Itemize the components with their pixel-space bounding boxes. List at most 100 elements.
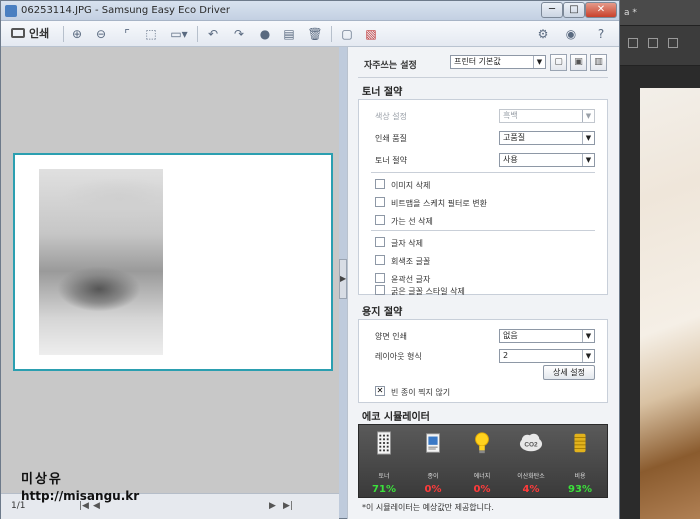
watermark-url: http://misangu.kr <box>21 489 140 503</box>
delete-icon[interactable]: 🗑 <box>307 26 323 42</box>
undo-icon[interactable]: ↶ <box>205 26 221 42</box>
background-tool-icon[interactable] <box>648 38 658 48</box>
chevron-down-icon: ▼ <box>582 330 594 342</box>
eco-value-energy: 0% <box>473 484 491 495</box>
toner-saving-header: 토너 절약 <box>362 87 403 98</box>
toolbar-divider <box>331 26 332 42</box>
toner-divider <box>371 172 595 173</box>
background-tab-label[interactable]: a * <box>624 8 637 18</box>
layout-value: 2 <box>503 351 509 360</box>
eco-item-paper: 종이 0% <box>410 429 456 497</box>
panel-collapse-handle[interactable]: ▶ <box>339 259 347 299</box>
chevron-down-icon: ▼ <box>582 132 594 144</box>
chevron-down-icon: ▼ <box>533 56 545 68</box>
color-setting-label: 색상 설정 <box>375 112 407 121</box>
duplex-label: 양면 인쇄 <box>375 332 407 341</box>
print-quality-label: 인쇄 품질 <box>375 134 407 143</box>
maximize-button[interactable]: □ <box>563 2 585 18</box>
delete-image-checkbox[interactable] <box>375 179 385 189</box>
eco-simulator-box: 토너 71% 종이 0% 에너지 0% CO2 이산화탄소 4% 비용 93% <box>358 424 608 498</box>
favorites-label: 자주쓰는 설정 <box>364 61 417 71</box>
redo-icon[interactable]: ↷ <box>231 26 247 42</box>
save-setting-icon[interactable]: ▣ <box>570 54 587 71</box>
favorites-select[interactable]: 프린터 기본값 ▼ <box>450 55 546 69</box>
skip-blank-checkbox[interactable]: ✕ <box>375 386 385 396</box>
eco-label-co2: 이산화탄소 <box>517 473 545 480</box>
preview-page[interactable] <box>13 153 333 371</box>
sketch-filter-label: 비트맵을 스케치 필터로 변환 <box>391 199 487 208</box>
eco-icon[interactable]: ◉ <box>563 26 579 42</box>
background-tab-bar: a * <box>620 0 700 26</box>
eco-simulator-header: 에코 시뮬레이터 <box>362 412 430 423</box>
actual-size-icon[interactable]: ⬚ <box>143 26 159 42</box>
duplex-select[interactable]: 없음 ▼ <box>499 329 595 343</box>
minimize-button[interactable]: ─ <box>541 2 563 18</box>
sketch-filter-checkbox[interactable] <box>375 197 385 207</box>
detail-settings-button[interactable]: 상세 설정 <box>543 365 595 380</box>
energy-bulb-icon <box>475 432 489 454</box>
eco-simulator-note: *이 시뮬레이터는 예상값만 제공합니다. <box>362 503 494 512</box>
favorites-divider <box>358 77 608 78</box>
eco-value-toner: 71% <box>372 484 396 495</box>
layout-label: 레이아웃 형식 <box>375 352 422 361</box>
last-page-button[interactable]: ▶| <box>283 501 293 511</box>
eco-value-cost: 93% <box>568 484 592 495</box>
eco-item-co2: CO2 이산화탄소 4% <box>508 429 554 497</box>
print-label: 인쇄 <box>29 27 50 40</box>
new-setting-icon[interactable]: ▢ <box>550 54 567 71</box>
paper-saving-box: 양면 인쇄 없음 ▼ 레이아웃 형식 2 ▼ 상세 설정 ✕ 빈 종이 찍지 않… <box>358 319 608 403</box>
delete-image-label: 이미지 삭제 <box>391 181 431 190</box>
preview-photo <box>39 169 163 355</box>
app-icon <box>5 5 17 17</box>
background-photoshop-window: a * <box>620 0 700 519</box>
close-button[interactable]: ✕ <box>585 2 617 18</box>
zoom-out-icon[interactable]: ⊖ <box>93 26 109 42</box>
eco-label-energy: 에너지 <box>473 473 491 480</box>
outline-text-label: 윤곽선 글자 <box>391 275 431 284</box>
toner-saving-value: 사용 <box>503 155 518 164</box>
toner-saving-select[interactable]: 사용 ▼ <box>499 153 595 167</box>
watermark-name: 미상유 <box>21 472 63 487</box>
delete-thin-lines-checkbox[interactable] <box>375 215 385 225</box>
delete-bold-style-checkbox[interactable] <box>375 285 385 295</box>
toolbar-divider <box>197 26 198 42</box>
coins-icon <box>574 433 586 453</box>
background-tool-icon[interactable] <box>668 38 678 48</box>
title-bar[interactable]: 06253114.JPG - Samsung Easy Eco Driver ─… <box>1 1 619 21</box>
view-mode-dropdown-icon[interactable]: ▭▾ <box>167 26 191 42</box>
eco-label-paper: 종이 <box>427 473 439 480</box>
eco-label-toner: 토너 <box>378 473 390 480</box>
page-icon[interactable]: ▢ <box>339 26 355 42</box>
toolbar: 인쇄 ⊕ ⊖ ⌜ ⬚ ▭▾ ↶ ↷ ● ▤ 🗑 ▢ ▧ ⚙ ◉ ? <box>1 21 619 47</box>
next-page-button[interactable]: ▶ <box>269 501 276 511</box>
gear-icon[interactable]: ⚙ <box>535 26 551 42</box>
chevron-down-icon: ▼ <box>582 110 594 122</box>
print-button[interactable]: 인쇄 <box>11 25 59 43</box>
background-toolbar <box>620 26 700 66</box>
toolbar-divider <box>63 26 64 42</box>
outline-text-checkbox[interactable] <box>375 273 385 283</box>
print-quality-select[interactable]: 고품질 ▼ <box>499 131 595 145</box>
delete-text-checkbox[interactable] <box>375 237 385 247</box>
delete-setting-icon[interactable]: ▥ <box>590 54 607 71</box>
zoom-in-icon[interactable]: ⊕ <box>69 26 85 42</box>
skip-blank-label: 빈 종이 찍지 않기 <box>391 388 451 397</box>
background-canvas-photo <box>640 88 700 519</box>
delete-thin-lines-label: 가는 선 삭제 <box>391 217 433 226</box>
printer-icon <box>11 28 25 38</box>
grayscale-font-checkbox[interactable] <box>375 255 385 265</box>
circle-icon[interactable]: ● <box>257 26 273 42</box>
background-tool-icon[interactable] <box>628 38 638 48</box>
document-icon[interactable]: ▤ <box>281 26 297 42</box>
settings-panel: 자주쓰는 설정 프린터 기본값 ▼ ▢ ▣ ▥ 토너 절약 색상 설정 흑백 ▼… <box>347 47 619 519</box>
delete-bold-style-label: 굵은 글꼴 스타일 삭제 <box>391 287 465 296</box>
print-quality-value: 고품질 <box>503 133 526 142</box>
help-icon[interactable]: ? <box>593 26 609 42</box>
pdf-icon[interactable]: ▧ <box>363 26 379 42</box>
paper-icon <box>426 433 440 453</box>
print-preview-area <box>1 47 339 493</box>
toner-saving-label: 토너 절약 <box>375 156 407 165</box>
fit-page-icon[interactable]: ⌜ <box>119 26 135 42</box>
layout-select[interactable]: 2 ▼ <box>499 349 595 363</box>
favorites-select-value: 프린터 기본값 <box>454 57 501 66</box>
